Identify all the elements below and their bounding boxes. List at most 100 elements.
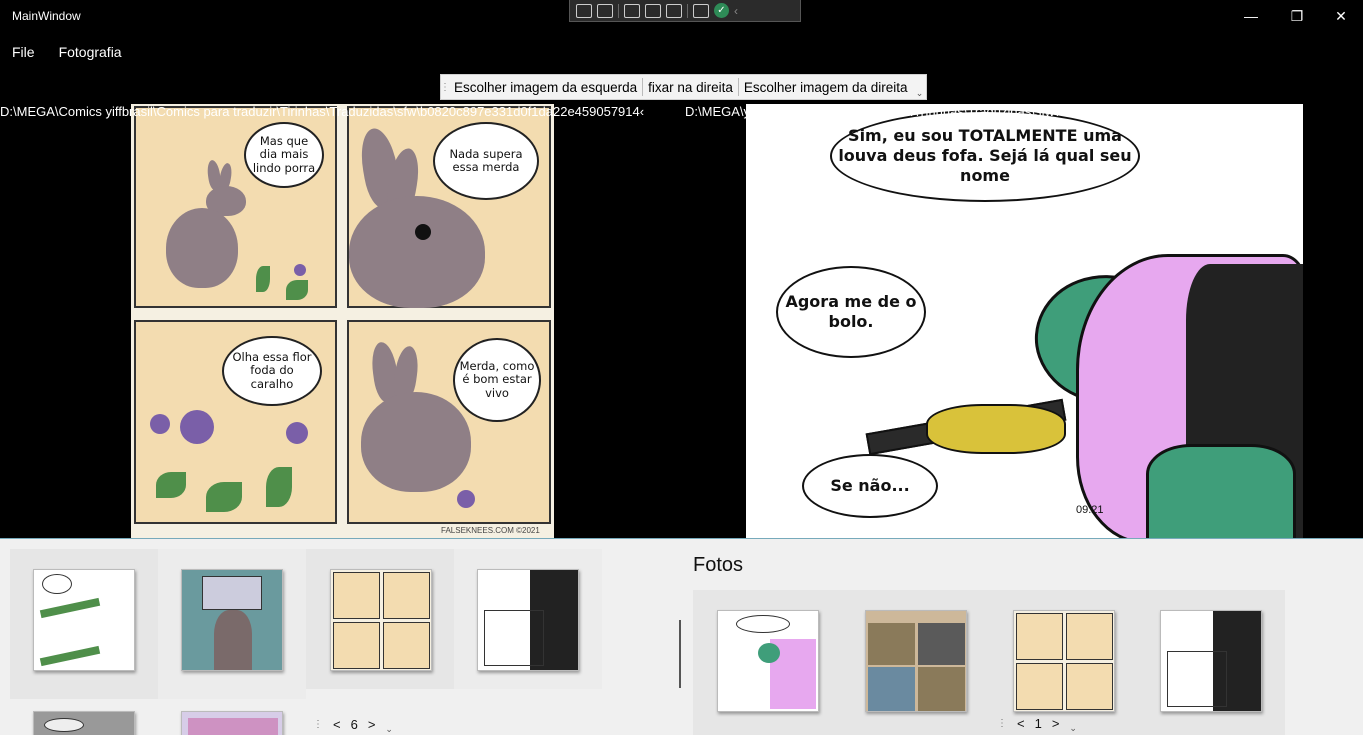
collapse-chevron-icon[interactable]: ‹ <box>734 4 738 18</box>
restore-button[interactable]: ❐ <box>1274 0 1320 32</box>
thumb-sketch <box>484 610 544 666</box>
grip-icon[interactable]: ⋮ <box>440 75 450 99</box>
debug-toolbar: ✓ ‹ <box>569 0 801 22</box>
right-image: Sim, eu sou TOTALMENTE uma louva deus fo… <box>746 104 1303 538</box>
fotos-grid <box>693 590 1285 735</box>
gallery-page-number: 6 <box>350 716 358 732</box>
mantis-leg <box>1146 444 1296 538</box>
gallery-next-button[interactable]: > <box>363 717 381 732</box>
speech-bubble: Mas que dia mais lindo porra <box>244 122 324 188</box>
thumb-bubble <box>736 615 790 633</box>
fotos-pager: ⋮ < 1 > ⌄ <box>992 712 1082 734</box>
leaf <box>266 467 292 507</box>
fotos-prev-button[interactable]: < <box>1012 716 1030 731</box>
choose-left-image-button[interactable]: Escolher imagem da esquerda <box>449 75 642 99</box>
fotos-next-button[interactable]: > <box>1047 716 1065 731</box>
thumb-panel <box>918 667 965 711</box>
command-bar: ⋮ Escolher imagem da esquerda fixar na d… <box>440 74 928 100</box>
fotos-thumbnail[interactable] <box>1013 610 1115 712</box>
thumb-panel <box>383 622 430 669</box>
hot-reload-icon[interactable] <box>693 3 709 18</box>
thumb-panel <box>1016 663 1063 710</box>
fotos-thumbnail[interactable] <box>717 610 819 712</box>
gallery-thumbnail[interactable] <box>33 711 135 735</box>
select-element-icon[interactable] <box>576 3 592 18</box>
main-window: MainWindow — ❐ ✕ ✓ ‹ File Fotografia ⋮ E… <box>0 0 1363 735</box>
record-icon[interactable] <box>597 3 613 18</box>
thumb-lizard <box>39 597 101 619</box>
toolbar-separator <box>618 3 619 18</box>
comic-panel-1: Mas que dia mais lindo porra <box>134 106 337 308</box>
overflow-icon[interactable]: ⌄ <box>380 724 398 735</box>
toolbar-separator <box>687 3 688 18</box>
leaf <box>286 280 308 300</box>
grip-icon[interactable]: ⋮ <box>308 719 328 730</box>
thumb-panel <box>1066 613 1113 660</box>
violet-flower <box>457 490 475 508</box>
speech-bubble: Nada supera essa merda <box>433 122 539 200</box>
fotos-page-number: 1 <box>1034 715 1042 731</box>
splitter-handle[interactable] <box>679 620 681 688</box>
thumb-panel <box>333 572 380 619</box>
comic-panel-3: Olha essa flor foda do caralho <box>134 320 337 524</box>
thumb-panel <box>1016 613 1063 660</box>
thumb-colorful <box>188 718 278 735</box>
speech-bubble: Agora me de o bolo. <box>776 266 926 358</box>
display-layout-icon[interactable] <box>666 3 682 18</box>
leaf <box>156 472 186 498</box>
gallery-thumbnail[interactable] <box>181 711 283 735</box>
mantis-gloves <box>926 404 1066 454</box>
bunny-eye <box>415 224 431 240</box>
overflow-icon[interactable]: ⌄ <box>912 88 926 99</box>
speech-bubble: Merda, como é bom estar vivo <box>453 338 541 422</box>
left-image: Mas que dia mais lindo porra Nada supera… <box>131 104 554 538</box>
violet-flower <box>286 422 308 444</box>
bunny-head <box>361 392 471 492</box>
overflow-icon[interactable]: ⌄ <box>1064 723 1082 734</box>
violet-flower <box>180 410 214 444</box>
speech-bubble: Olha essa flor foda do caralho <box>222 336 322 406</box>
comic-panel-4: Merda, como é bom estar vivo <box>347 320 551 524</box>
menu-bar: File Fotografia <box>0 40 134 64</box>
thumb-bubble <box>42 574 72 594</box>
check-icon[interactable]: ✓ <box>714 3 729 18</box>
thumb-panel <box>918 623 965 665</box>
fotos-thumbnail[interactable] <box>1160 610 1262 712</box>
fotos-title: Fotos <box>693 554 744 576</box>
comic-panel-2: Nada supera essa merda <box>347 106 551 308</box>
menu-fotografia[interactable]: Fotografia <box>47 40 134 64</box>
thumb-panel <box>868 623 915 665</box>
speech-bubble: Se não... <box>802 454 938 518</box>
thumb-panel <box>1066 663 1113 710</box>
leaf <box>206 482 242 512</box>
leaf <box>256 266 270 292</box>
thumb-bubble <box>44 718 84 732</box>
violet-flower <box>150 414 170 434</box>
layout-adorner-icon[interactable] <box>645 3 661 18</box>
fix-right-button[interactable]: fixar na direita <box>643 75 738 99</box>
menu-file[interactable]: File <box>0 40 47 64</box>
thumb-sketch <box>1167 651 1227 707</box>
grip-icon[interactable]: ⋮ <box>992 718 1012 729</box>
thumb-sign <box>202 576 262 610</box>
gallery-thumbnail[interactable] <box>477 569 579 671</box>
fotos-thumbnail[interactable] <box>865 610 967 712</box>
speech-bubble: Sim, eu sou TOTALMENTE uma louva deus fo… <box>830 110 1140 202</box>
close-button[interactable]: ✕ <box>1318 0 1363 32</box>
thumb-panel <box>333 622 380 669</box>
thumb-panel <box>383 572 430 619</box>
choose-right-image-button[interactable]: Escolher imagem da direita <box>739 75 913 99</box>
minimize-button[interactable]: — <box>1228 0 1274 32</box>
gallery-thumbnail[interactable] <box>181 569 283 671</box>
gallery-thumbnail[interactable] <box>33 569 135 671</box>
violet-flower <box>294 264 306 276</box>
thumb-panel <box>868 667 915 711</box>
pointer-select-icon[interactable] <box>624 3 640 18</box>
right-image-path: D:\MEGA\yiffbrasil\Comics para traduzir\… <box>685 104 1228 119</box>
window-title: MainWindow <box>12 9 81 23</box>
gallery-prev-button[interactable]: < <box>328 717 346 732</box>
thumb-head <box>758 643 780 663</box>
comic-signature: 09.21 <box>1076 504 1104 516</box>
gallery-pager: ⋮ < 6 > ⌄ <box>308 713 398 735</box>
gallery-thumbnail[interactable] <box>330 569 432 671</box>
